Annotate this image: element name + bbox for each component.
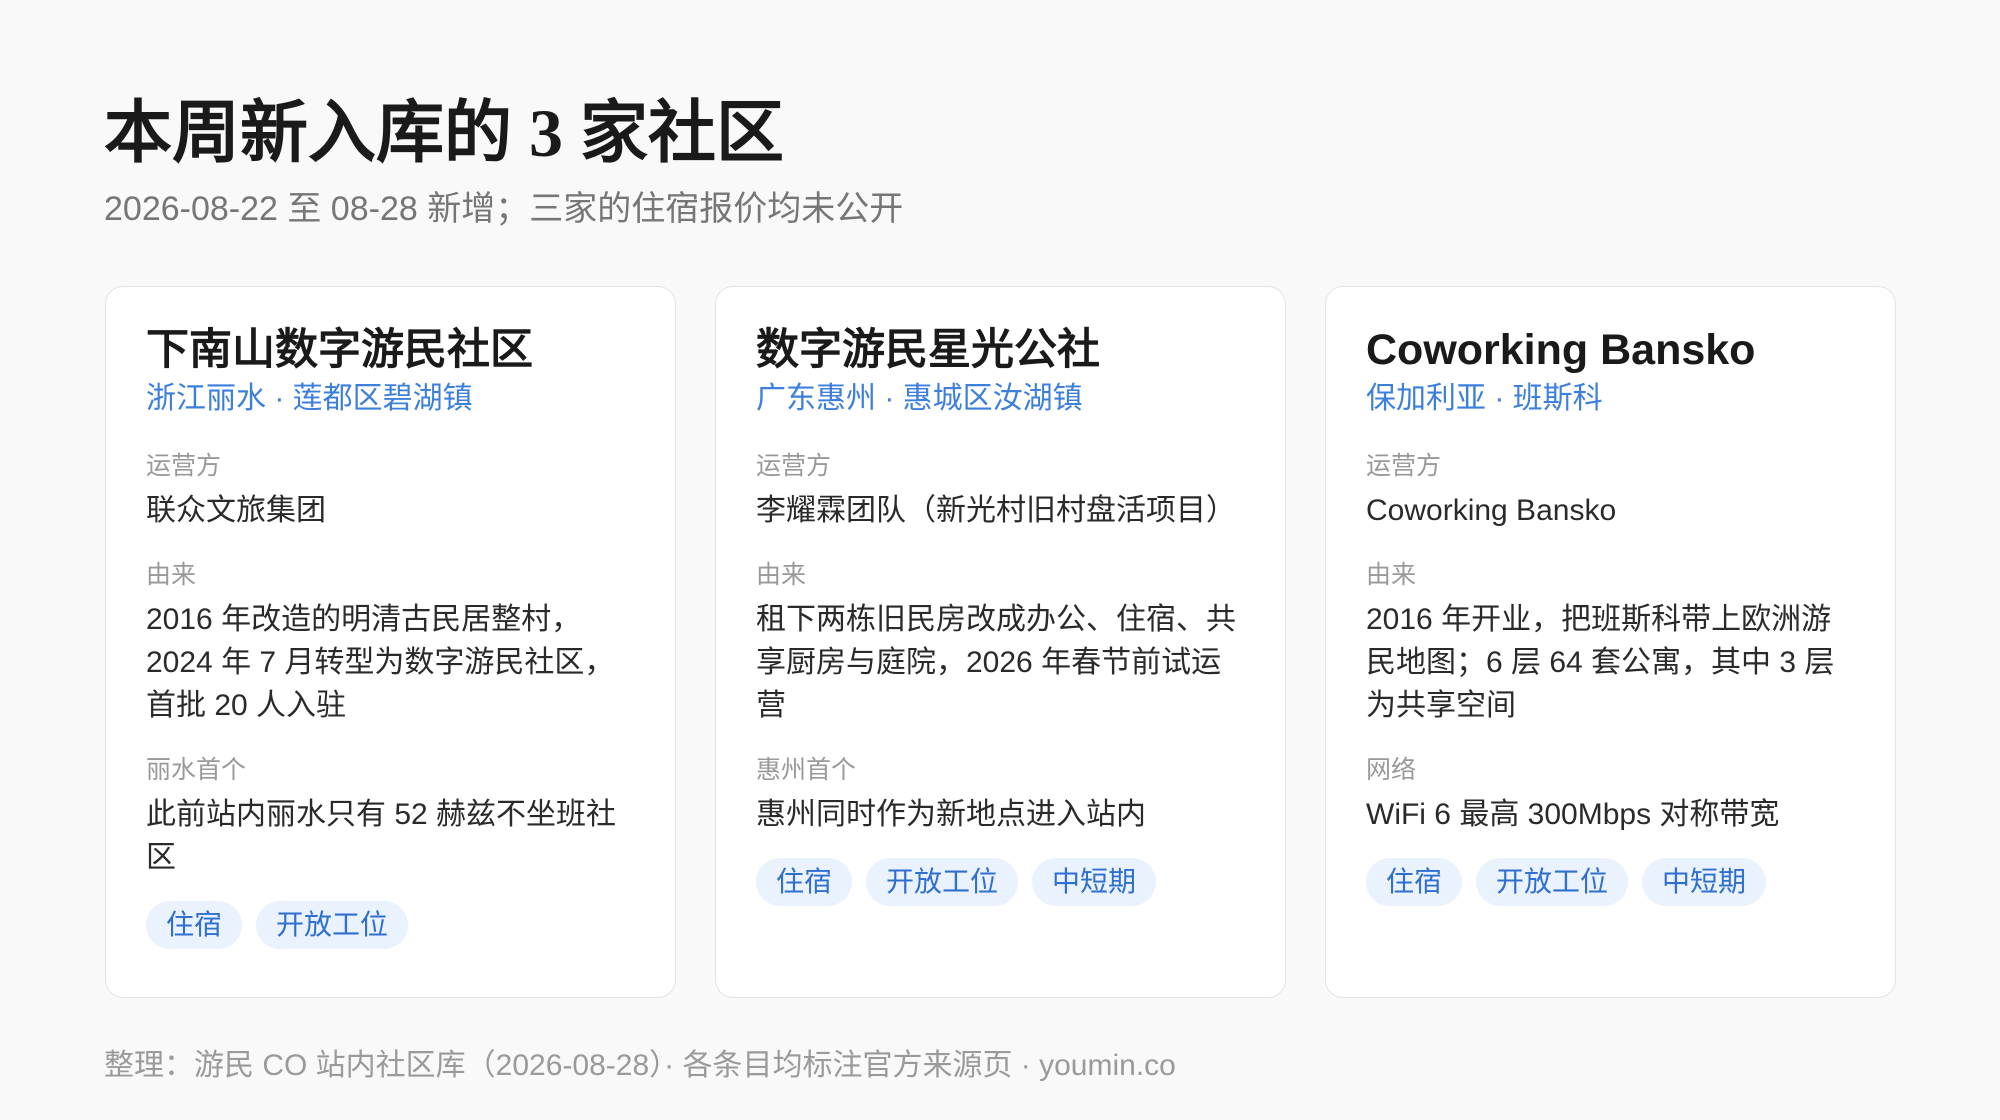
field-label: 由来: [146, 561, 197, 589]
field-value: WiFi 6 最高 300Mbps 对称带宽: [1366, 798, 1780, 831]
field-value: 2016 年开业，把班斯科带上欧洲游民地图；6 层 64 套公寓，其中 3 层为…: [1366, 603, 1835, 722]
tag: 中短期: [1032, 858, 1157, 906]
tag: 中短期: [1642, 858, 1767, 906]
tag: 开放工位: [256, 901, 409, 949]
tag: 住宿: [756, 858, 853, 906]
field-label: 惠州首个: [756, 756, 857, 784]
source-footer: 整理：游民 CO 站内社区库（2026-08-28）· 各条目均标注官方来源页 …: [104, 1049, 1176, 1082]
community-card: Coworking Bansko 保加利亚 · 班斯科 运营方 Coworkin…: [1325, 286, 1896, 998]
community-name: 数字游民星光公社: [756, 326, 1100, 374]
page-subtitle: 2026-08-22 至 08-28 新增；三家的住宿报价均未公开: [104, 190, 904, 228]
field-label: 运营方: [1366, 452, 1442, 480]
field-value: 联众文旅集团: [146, 494, 326, 527]
community-cards: 下南山数字游民社区 浙江丽水 · 莲都区碧湖镇 运营方 联众文旅集团 由来 20…: [105, 286, 1896, 998]
tag: 开放工位: [866, 858, 1019, 906]
community-name: 下南山数字游民社区: [146, 326, 533, 374]
field-label: 丽水首个: [146, 756, 247, 784]
field-label: 由来: [756, 561, 807, 589]
page-title: 本周新入库的 3 家社区: [104, 95, 785, 171]
field-value: 李耀霖团队（新光村旧村盘活项目）: [756, 494, 1236, 527]
tag-list: 住宿 开放工位 中短期: [756, 858, 1245, 906]
field-value: Coworking Bansko: [1366, 494, 1617, 527]
field-value: 租下两栋旧民房改成办公、住宿、共享厨房与庭院，2026 年春节前试运营: [756, 603, 1236, 722]
field-value: 此前站内丽水只有 52 赫兹不坐班社区: [146, 798, 617, 874]
community-name: Coworking Bansko: [1366, 326, 1756, 374]
tag: 住宿: [1366, 858, 1463, 906]
field-label: 网络: [1366, 756, 1417, 784]
field-value: 惠州同时作为新地点进入站内: [756, 798, 1146, 831]
tag-list: 住宿 开放工位: [146, 901, 635, 949]
field-value: 2016 年改造的明清古民居整村，2024 年 7 月转型为数字游民社区，首批 …: [146, 603, 615, 722]
field-label: 由来: [1366, 561, 1417, 589]
field-label: 运营方: [146, 452, 222, 480]
community-card: 数字游民星光公社 广东惠州 · 惠城区汝湖镇 运营方 李耀霖团队（新光村旧村盘活…: [715, 286, 1286, 998]
community-location: 保加利亚 · 班斯科: [1366, 382, 1603, 415]
field-label: 运营方: [756, 452, 832, 480]
community-location: 浙江丽水 · 莲都区碧湖镇: [146, 382, 473, 415]
tag: 开放工位: [1476, 858, 1629, 906]
tag: 住宿: [146, 901, 243, 949]
tag-list: 住宿 开放工位 中短期: [1366, 858, 1855, 906]
community-location: 广东惠州 · 惠城区汝湖镇: [756, 382, 1083, 415]
community-card: 下南山数字游民社区 浙江丽水 · 莲都区碧湖镇 运营方 联众文旅集团 由来 20…: [105, 286, 676, 998]
page: 本周新入库的 3 家社区 2026-08-22 至 08-28 新增；三家的住宿…: [0, 0, 2000, 1120]
